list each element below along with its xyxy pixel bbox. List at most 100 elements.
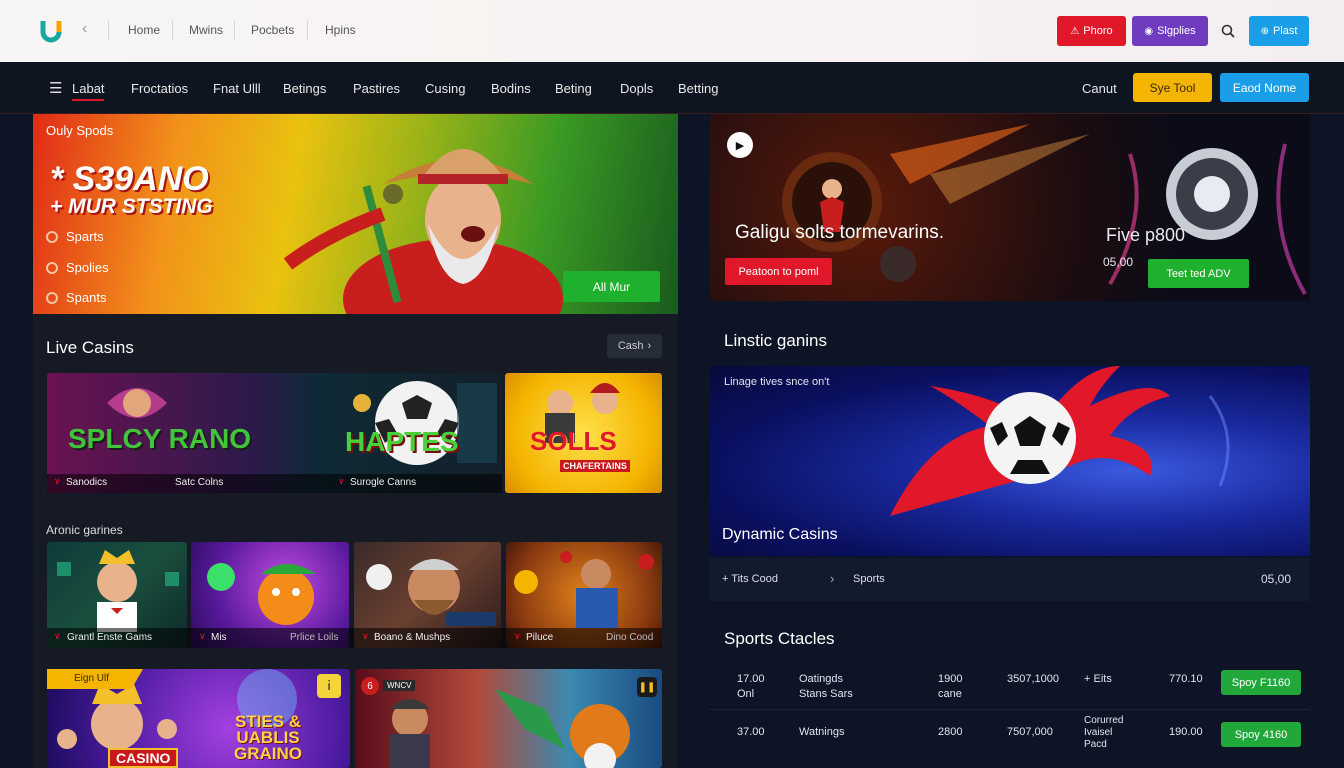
divider [108,20,109,40]
hero-title-line2: + MUR STSTING [50,195,213,218]
pause-icon[interactable]: ❚❚ [637,677,657,697]
topnav-pocbets[interactable]: Pocbets [251,23,294,37]
section-title-arcade: Aronic garines [46,523,123,537]
back-arrow-icon[interactable]: ‹ [82,20,87,38]
row-event-sub: Stans Sars [799,688,853,700]
nav-item-bodins[interactable]: Bodins [491,81,531,96]
bottom-card-art-title: STIES & UABLIS GRAINO [234,714,302,764]
info-icon[interactable]: ⅰ [317,674,341,698]
row-col4: 3507,1000 [1007,673,1059,685]
linstic-subtitle: Linage tives snce on't [724,376,830,388]
plast-button[interactable]: ⊕ Plast [1249,16,1309,46]
chevron-down-icon: ∨ [362,631,369,641]
topnav-mwins[interactable]: Mwins [189,23,223,37]
promo-tag-label: Eign Ulf [74,673,110,684]
search-icon[interactable] [1221,24,1235,38]
hero-list-label: Sparts [66,229,104,244]
section-title-live: Live Casins [46,338,134,357]
row-col5-sub: Ivaisel [1084,727,1113,738]
topnav-home[interactable]: Home [128,23,160,37]
nav-item-beting[interactable]: Beting [555,81,592,96]
coin-icon [46,291,58,304]
badge-icon: ⊕ [1260,25,1269,37]
supplies-button[interactable]: ◉ Slgplies [1132,16,1208,46]
promo-right-cta-button[interactable]: Teet ted ADV [1148,259,1249,288]
nav-item-betings[interactable]: Betings [283,81,326,96]
row-time: 17.00 [737,673,765,685]
mini-badge: WNCV [383,680,416,691]
row-odds: 770.10 [1169,673,1203,685]
live-more-button[interactable]: Cash › [607,334,662,358]
chevron-right-icon: › [647,340,652,352]
chevron-right-icon: › [830,571,835,586]
phoro-label: Phoro [1083,25,1113,37]
row-col4: 7507,000 [1007,726,1053,738]
promo-title: Galigu solts tormevarins. [735,222,945,243]
nav-item-dopls[interactable]: Dopls [620,81,653,96]
arcade-card-caption: Dino Cood [606,632,654,643]
nav-item-fnat-ulll[interactable]: Fnat Ulll [213,81,261,96]
row-event: Watnings [799,726,845,738]
live-card-caption: Sanodics [66,477,108,488]
sye-tool-button[interactable]: Sye Tool [1133,73,1212,102]
arcade-card-caption: Grantl Enste Gams [67,632,153,643]
bet-button[interactable]: Spoy F1160 [1221,670,1301,695]
nav-item-froctatios[interactable]: Froctatios [131,81,188,96]
live-card-art-subtitle: CHAFERTAINS [560,460,630,472]
section-title-linstic: Linstic ganins [724,331,828,350]
nav-item-labat[interactable]: Labat [72,81,105,96]
coin-icon [46,230,58,243]
topnav-hpins[interactable]: Hpins [325,23,356,37]
divider [172,20,173,40]
row-col3: 2800 [938,726,963,738]
live-card-art-title: HAPTES [345,426,459,457]
live-card-art-title: SOLLS [530,426,617,456]
live-more-label: Cash [617,340,644,352]
linstic-bar-mid[interactable]: Sports [853,573,885,585]
live-card-caption: Satc Colns [175,477,224,488]
linstic-caption: Dynamic Casins [722,526,838,543]
row-col3-sub: cane [938,688,962,700]
promo-cta-button[interactable]: Peatoon to poml [725,258,832,285]
badge-icon: ◉ [1144,25,1154,37]
row-time-sub: Onl [737,688,755,700]
section-title-sports: Sports Ctacles [724,629,835,648]
nav-item-pastires[interactable]: Pastires [353,81,400,96]
supplies-label: Slgplies [1157,25,1196,37]
nav-item-betting[interactable]: Betting [678,81,718,96]
hero-kicker: Ouly Spods [46,123,114,138]
bet-button[interactable]: Spoy 4160 [1221,722,1301,747]
divider [234,20,235,40]
nav-canut-link[interactable]: Canut [1082,81,1117,96]
hero-list-item[interactable]: Sparts [46,229,104,244]
table-row[interactable] [710,662,1310,710]
row-col5-sub2: Pacd [1084,739,1107,750]
hero-list-label: Spolies [66,260,109,275]
eaod-nome-button[interactable]: Eaod Nome [1220,73,1309,102]
menu-icon[interactable]: ☰ [49,79,62,97]
alert-icon: ⚠ [1070,25,1080,37]
active-tab-underline [72,99,104,101]
linstic-bar-left[interactable]: + Tits Cood [722,573,778,585]
phoro-button[interactable]: ⚠ Phoro [1057,16,1126,46]
arcade-card-caption: Boano & Mushps [374,632,451,643]
arcade-card-caption: Prlice Loils [290,632,339,643]
chevron-down-icon: ∨ [338,476,345,486]
badge-count: 6 [361,677,379,695]
hero-list-item[interactable]: Spolies [46,260,109,275]
all-mur-button[interactable]: All Mur [563,271,660,302]
hero-list-label: Spants [66,290,107,305]
brand-logo[interactable] [40,18,66,44]
live-card-art-title: SPLCY RANO [68,423,252,454]
live-card-caption: Surogle Canns [350,477,417,488]
hero-title-line1: * S39ANO [50,160,209,198]
nav-item-cusing[interactable]: Cusing [425,81,465,96]
play-icon[interactable]: ▶ [727,132,753,158]
divider [307,20,308,40]
coin-icon [46,261,58,274]
row-col3: 1900 [938,673,963,685]
row-event: Oatingds [799,673,844,685]
row-col5: + Eits [1084,673,1112,685]
row-col5: Corurred [1084,715,1124,726]
hero-list-item[interactable]: Spants [46,290,106,305]
